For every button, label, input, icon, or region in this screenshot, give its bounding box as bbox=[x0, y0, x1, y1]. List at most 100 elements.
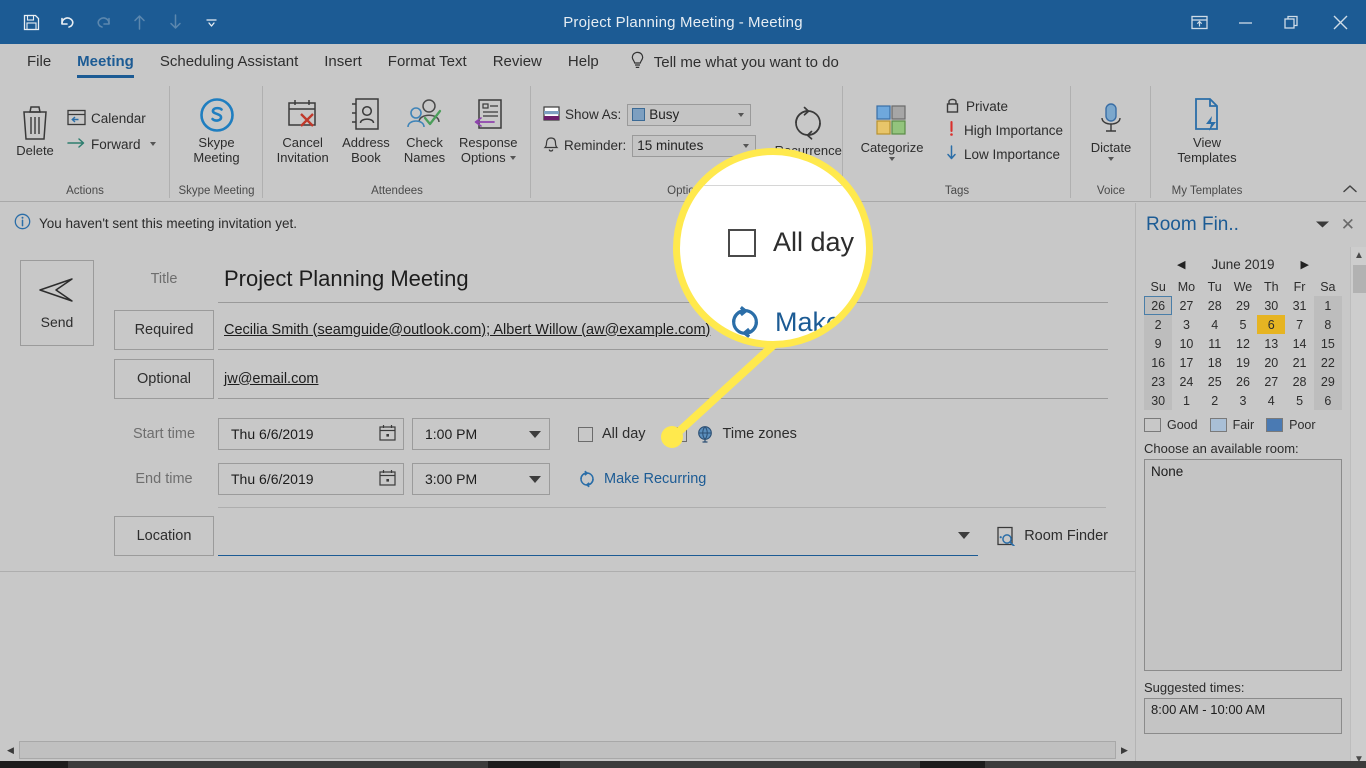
calendar-day-cell[interactable]: 10 bbox=[1172, 334, 1200, 353]
save-icon[interactable] bbox=[14, 7, 48, 37]
calendar-day-cell[interactable]: 29 bbox=[1313, 372, 1342, 391]
show-as-dropdown[interactable]: Busy bbox=[627, 103, 752, 126]
calendar-day-cell[interactable]: 3 bbox=[1229, 391, 1257, 410]
dictate-dropdown-icon[interactable] bbox=[1108, 157, 1114, 162]
next-month-icon[interactable]: ▶ bbox=[1301, 258, 1309, 271]
previous-month-icon[interactable]: ◀ bbox=[1177, 258, 1185, 271]
calendar-day-cell[interactable]: 14 bbox=[1285, 334, 1313, 353]
private-button[interactable]: Private bbox=[945, 96, 1063, 116]
tab-insert[interactable]: Insert bbox=[311, 44, 375, 80]
low-importance-button[interactable]: Low Importance bbox=[945, 144, 1063, 164]
available-rooms-list[interactable]: None bbox=[1144, 459, 1342, 671]
calendar-day-cell[interactable]: 11 bbox=[1201, 334, 1229, 353]
end-date-picker-icon[interactable] bbox=[379, 469, 396, 489]
calendar-day-cell[interactable]: 17 bbox=[1172, 353, 1200, 372]
room-finder-scrollbar[interactable]: ▲ ▼ bbox=[1350, 247, 1366, 768]
date-navigator-calendar[interactable]: Su Mo Tu We Th Fr Sa 26 27 28 29 30 31 1 2 3 4 5 6 7… bbox=[1144, 277, 1342, 410]
tab-scheduling-assistant[interactable]: Scheduling Assistant bbox=[147, 44, 311, 80]
calendar-day-cell[interactable]: 27 bbox=[1257, 372, 1285, 391]
calendar-day-cell[interactable]: 12 bbox=[1229, 334, 1257, 353]
next-item-icon[interactable] bbox=[158, 7, 192, 37]
calendar-day-cell[interactable]: 30 bbox=[1144, 391, 1173, 410]
start-date-input[interactable]: Thu 6/6/2019 bbox=[218, 418, 404, 450]
location-input[interactable] bbox=[218, 516, 979, 556]
list-item[interactable]: 8:00 AM - 10:00 AM bbox=[1151, 702, 1335, 717]
calendar-day-cell[interactable]: 7 bbox=[1285, 315, 1313, 334]
calendar-day-cell[interactable]: 5 bbox=[1285, 391, 1313, 410]
title-input[interactable]: Project Planning Meeting bbox=[218, 266, 469, 292]
categorize-button[interactable]: Categorize bbox=[855, 97, 929, 164]
address-book-button[interactable]: Address Book bbox=[336, 92, 395, 167]
delete-button[interactable]: Delete bbox=[8, 100, 62, 161]
calendar-day-cell[interactable]: 4 bbox=[1257, 391, 1285, 410]
list-item[interactable]: None bbox=[1151, 464, 1335, 479]
meeting-body-area[interactable] bbox=[0, 572, 1135, 739]
customize-quick-access-toolbar-icon[interactable] bbox=[194, 7, 228, 37]
calendar-day-cell[interactable]: 4 bbox=[1201, 315, 1229, 334]
room-finder-scroll-thumb[interactable] bbox=[1353, 265, 1366, 293]
calendar-day-cell[interactable]: 18 bbox=[1201, 353, 1229, 372]
calendar-day-cell[interactable]: 13 bbox=[1257, 334, 1285, 353]
calendar-day-cell[interactable]: 27 bbox=[1172, 296, 1200, 315]
calendar-day-cell[interactable]: 25 bbox=[1201, 372, 1229, 391]
calendar-day-cell[interactable]: 6 bbox=[1313, 391, 1342, 410]
response-options-button[interactable]: Response Options bbox=[454, 92, 523, 167]
calendar-day-cell[interactable]: 1 bbox=[1172, 391, 1200, 410]
calendar-day-cell[interactable]: 21 bbox=[1285, 353, 1313, 372]
calendar-day-cell[interactable]: 9 bbox=[1144, 334, 1173, 353]
required-button[interactable]: Required bbox=[114, 310, 214, 350]
calendar-day-cell[interactable]: 5 bbox=[1229, 315, 1257, 334]
minimize-icon[interactable] bbox=[1222, 0, 1268, 44]
callout-all-day-checkbox[interactable] bbox=[728, 228, 756, 257]
calendar-day-cell[interactable]: 15 bbox=[1313, 334, 1342, 353]
calendar-day-cell[interactable]: 16 bbox=[1144, 353, 1173, 372]
reminder-chevron-down-icon[interactable] bbox=[739, 143, 753, 148]
response-options-dropdown-icon[interactable] bbox=[509, 156, 516, 161]
optional-attendees-input[interactable]: jw@email.com bbox=[224, 371, 318, 387]
room-finder-close-icon[interactable]: ✕ bbox=[1338, 215, 1358, 235]
location-chevron-down-icon[interactable] bbox=[958, 532, 971, 539]
calendar-day-cell[interactable]: 2 bbox=[1201, 391, 1229, 410]
scroll-right-icon[interactable]: ▶ bbox=[1116, 741, 1133, 759]
calendar-button[interactable]: Calendar bbox=[64, 107, 159, 130]
calendar-day-cell[interactable]: 28 bbox=[1285, 372, 1313, 391]
start-time-input[interactable]: 1:00 PM bbox=[412, 418, 550, 450]
calendar-day-cell[interactable]: 28 bbox=[1201, 296, 1229, 315]
calendar-day-cell[interactable]: 3 bbox=[1172, 315, 1200, 334]
callout-all-day-checkbox-row[interactable]: All day bbox=[728, 227, 854, 258]
calendar-day-cell[interactable]: 20 bbox=[1257, 353, 1285, 372]
calendar-day-cell[interactable]: 1 bbox=[1313, 296, 1342, 315]
end-time-chevron-down-icon[interactable] bbox=[529, 475, 541, 483]
calendar-day-cell[interactable]: 31 bbox=[1285, 296, 1313, 315]
categorize-dropdown-icon[interactable] bbox=[889, 157, 895, 162]
tab-meeting[interactable]: Meeting bbox=[64, 44, 147, 80]
cancel-invitation-button[interactable]: Cancel Invitation bbox=[271, 92, 334, 167]
high-importance-button[interactable]: High Importance bbox=[945, 120, 1063, 140]
calendar-day-cell[interactable]: 2 bbox=[1144, 315, 1173, 334]
skype-meeting-button[interactable]: Skype Meeting bbox=[186, 92, 246, 167]
tab-review[interactable]: Review bbox=[480, 44, 555, 80]
horizontal-scrollbar[interactable]: ◀ ▶ bbox=[0, 739, 1135, 761]
close-icon[interactable] bbox=[1314, 0, 1366, 44]
start-date-picker-icon[interactable] bbox=[379, 424, 396, 444]
time-zones-checkbox[interactable] bbox=[671, 426, 687, 442]
start-time-chevron-down-icon[interactable] bbox=[529, 430, 541, 438]
tab-format-text[interactable]: Format Text bbox=[375, 44, 480, 80]
room-finder-button[interactable]: Room Finder bbox=[996, 526, 1108, 546]
end-date-input[interactable]: Thu 6/6/2019 bbox=[218, 463, 404, 495]
optional-button[interactable]: Optional bbox=[114, 359, 214, 399]
calendar-day-cell[interactable]: 29 bbox=[1229, 296, 1257, 315]
horizontal-scroll-track[interactable] bbox=[19, 741, 1116, 759]
redo-icon[interactable] bbox=[86, 7, 120, 37]
dictate-button[interactable]: Dictate bbox=[1084, 97, 1138, 164]
calendar-day-cell[interactable]: 23 bbox=[1144, 372, 1173, 391]
required-attendees-input[interactable]: Cecilia Smith (seamguide@outlook.com); A… bbox=[224, 322, 710, 338]
callout-make-recurring-row[interactable]: Make R bbox=[728, 305, 866, 339]
make-recurring-button[interactable]: Make Recurring bbox=[578, 470, 706, 488]
collapse-ribbon-icon[interactable] bbox=[1342, 181, 1358, 199]
location-button[interactable]: Location bbox=[114, 516, 214, 556]
calendar-day-cell[interactable]: 6 bbox=[1257, 315, 1286, 334]
calendar-day-cell[interactable]: 24 bbox=[1172, 372, 1200, 391]
check-names-button[interactable]: Check Names bbox=[398, 92, 452, 167]
suggested-times-list[interactable]: 8:00 AM - 10:00 AM bbox=[1144, 698, 1342, 734]
